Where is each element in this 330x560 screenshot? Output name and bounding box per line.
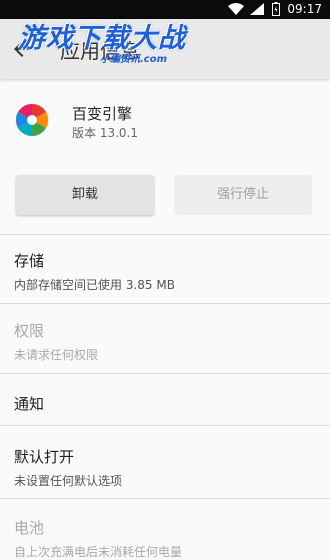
divider (0, 425, 330, 426)
notifications-section[interactable]: 通知 (14, 393, 314, 414)
battery-section[interactable]: 电池 自上次充满电后未消耗任何电量 (14, 517, 314, 560)
divider (0, 373, 330, 374)
wifi-icon (228, 3, 244, 15)
force-stop-button[interactable]: 强行停止 (174, 175, 312, 215)
default-open-section[interactable]: 默认打开 未设置任何默认选项 (14, 446, 314, 489)
permissions-title: 权限 (14, 322, 45, 340)
storage-section[interactable]: 存储 内部存储空间已使用 3.85 MB (14, 250, 314, 293)
app-name: 百变引擎 (72, 105, 133, 123)
storage-title: 存储 (14, 252, 45, 270)
watermark-subtext: 小编资讯.com (100, 54, 168, 65)
uninstall-button[interactable]: 卸载 (16, 175, 154, 215)
permissions-subtitle: 未请求任何权限 (14, 348, 99, 362)
divider (0, 498, 330, 499)
signal-icon (250, 3, 264, 15)
battery-title: 电池 (14, 519, 45, 537)
permissions-section[interactable]: 权限 未请求任何权限 (14, 320, 314, 363)
storage-subtitle: 内部存储空间已使用 3.85 MB (14, 278, 175, 292)
battery-subtitle: 自上次充满电后未消耗任何电量 (14, 545, 183, 559)
divider (0, 234, 330, 235)
notifications-title: 通知 (14, 395, 45, 413)
pinwheel-icon (15, 103, 49, 137)
divider (0, 303, 330, 304)
default-open-title: 默认打开 (14, 448, 75, 466)
default-open-subtitle: 未设置任何默认选项 (14, 474, 123, 488)
status-time: 09:17 (287, 2, 322, 16)
battery-icon (272, 2, 280, 16)
app-version: 版本 13.0.1 (72, 126, 138, 140)
